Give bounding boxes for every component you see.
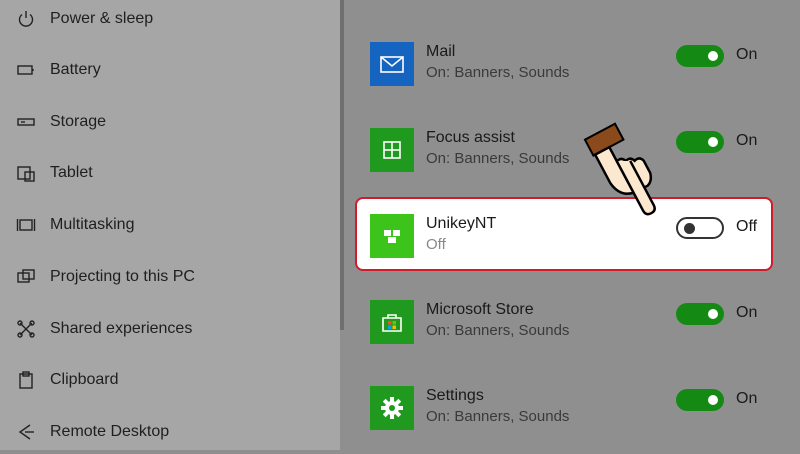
projecting-icon <box>16 267 36 287</box>
sidebar-item-label: Remote Desktop <box>50 423 170 440</box>
sidebar-item-tablet[interactable]: Tablet <box>0 151 340 195</box>
clipboard-icon <box>16 370 36 390</box>
toggle-knob <box>684 222 695 234</box>
app-status: Off <box>426 236 446 253</box>
toggle-knob <box>708 137 718 147</box>
sidebar-item-label: Tablet <box>50 164 93 181</box>
gear-icon <box>370 386 414 430</box>
app-row-microsoft-store: Microsoft Store On: Banners, Sounds On <box>370 300 770 350</box>
remote-desktop-icon <box>16 422 36 442</box>
sidebar-item-label: Multitasking <box>50 216 135 233</box>
app-row-mail: Mail On: Banners, Sounds On <box>370 42 770 92</box>
sidebar-item-label: Power & sleep <box>50 10 154 27</box>
sidebar-item-clipboard[interactable]: Clipboard <box>0 358 340 402</box>
focus-assist-icon <box>370 128 414 172</box>
sidebar-item-battery[interactable]: Battery <box>0 48 340 92</box>
app-name: Settings <box>426 387 484 404</box>
sidebar-item-storage[interactable]: Storage <box>0 100 340 144</box>
microsoft-store-toggle[interactable] <box>676 303 724 325</box>
tablet-icon <box>16 163 36 183</box>
sidebar-item-multitasking[interactable]: Multitasking <box>0 203 340 247</box>
app-status: On: Banners, Sounds <box>426 150 570 167</box>
app-name: UnikeyNT <box>426 215 497 232</box>
sidebar-item-remote-desktop[interactable]: Remote Desktop <box>0 410 340 454</box>
app-row-settings: Settings On: Banners, Sounds On <box>370 386 770 436</box>
toggle-label: On <box>736 304 758 321</box>
unikey-icon <box>370 214 414 258</box>
settings-toggle[interactable] <box>676 389 724 411</box>
storage-icon <box>16 112 36 132</box>
sidebar-item-shared-experiences[interactable]: Shared experiences <box>0 307 340 351</box>
sidebar-item-label: Battery <box>50 61 101 78</box>
app-name: Microsoft Store <box>426 301 534 318</box>
pointing-hand-icon <box>583 122 656 216</box>
sidebar-item-label: Storage <box>50 113 107 130</box>
battery-icon <box>16 60 36 80</box>
settings-sidebar: Power & sleep Battery Storage Tablet Mul… <box>0 0 340 450</box>
sidebar-item-label: Shared experiences <box>50 320 193 337</box>
store-icon <box>370 300 414 344</box>
power-icon <box>16 9 36 29</box>
app-name: Mail <box>426 43 456 60</box>
app-row-unikeynt: UnikeyNT Off Off <box>370 214 770 264</box>
sidebar-item-label: Projecting to this PC <box>50 268 195 285</box>
app-status: On: Banners, Sounds <box>426 322 570 339</box>
toggle-knob <box>708 309 718 319</box>
sidebar-item-power-sleep[interactable]: Power & sleep <box>0 0 340 41</box>
toggle-label: On <box>736 132 758 149</box>
sidebar-item-projecting[interactable]: Projecting to this PC <box>0 255 340 299</box>
app-row-focus-assist: Focus assist On: Banners, Sounds On <box>370 128 770 178</box>
unikeynt-toggle[interactable] <box>676 217 724 239</box>
mail-icon <box>370 42 414 86</box>
toggle-knob <box>708 51 718 61</box>
toggle-label: On <box>736 46 758 63</box>
app-status: On: Banners, Sounds <box>426 408 570 425</box>
toggle-label: On <box>736 390 758 407</box>
shared-experiences-icon <box>16 319 36 339</box>
toggle-knob <box>708 395 718 405</box>
app-status: On: Banners, Sounds <box>426 64 570 81</box>
multitasking-icon <box>16 215 36 235</box>
mail-toggle[interactable] <box>676 45 724 67</box>
toggle-label: Off <box>736 218 758 235</box>
sidebar-item-label: Clipboard <box>50 371 119 388</box>
app-name: Focus assist <box>426 129 515 146</box>
